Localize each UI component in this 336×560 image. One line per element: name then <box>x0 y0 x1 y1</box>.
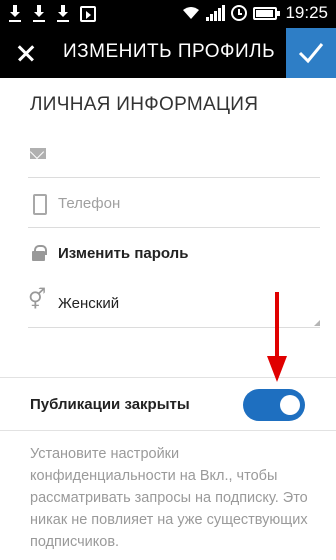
private-posts-toggle[interactable] <box>243 389 305 421</box>
mail-icon <box>30 144 50 164</box>
change-password-label: Изменить пароль <box>58 245 189 262</box>
app-header: ИЗМЕНИТЬ ПРОФИЛЬ <box>0 28 336 78</box>
shopping-bag-icon <box>80 6 96 22</box>
download-icon <box>8 4 22 22</box>
close-icon[interactable] <box>0 28 50 78</box>
download-icon <box>32 4 46 22</box>
change-password-item[interactable]: Изменить пароль <box>28 228 320 278</box>
email-field[interactable] <box>28 128 320 178</box>
private-posts-row: Публикации закрыты <box>0 380 336 430</box>
phone-field[interactable]: Телефон <box>28 178 320 228</box>
section-title: ЛИЧНАЯ ИНФОРМАЦИЯ <box>30 94 259 115</box>
gender-icon: ⚥ <box>28 289 47 311</box>
private-posts-label: Публикации закрыты <box>30 396 190 413</box>
status-bar: 19:25 <box>0 0 336 28</box>
signal-icon <box>206 5 226 21</box>
annotation-arrow-icon <box>267 292 287 382</box>
lock-icon <box>30 244 50 264</box>
checkmark-icon <box>298 43 324 64</box>
page-title: ИЗМЕНИТЬ ПРОФИЛЬ <box>63 41 276 62</box>
download-icon <box>56 4 70 22</box>
battery-icon <box>253 6 281 20</box>
gender-value: Женский <box>58 295 120 312</box>
divider <box>0 430 336 431</box>
wifi-icon <box>183 7 200 19</box>
status-time: 19:25 <box>285 3 328 22</box>
toggle-knob <box>280 395 300 415</box>
phone-placeholder: Телефон <box>58 195 121 212</box>
privacy-help-text: Установите настройки конфиденциальности … <box>30 446 308 550</box>
alarm-icon <box>231 5 248 21</box>
dropdown-indicator-icon <box>314 320 320 326</box>
confirm-button[interactable] <box>286 28 336 78</box>
phone-icon <box>30 194 50 215</box>
